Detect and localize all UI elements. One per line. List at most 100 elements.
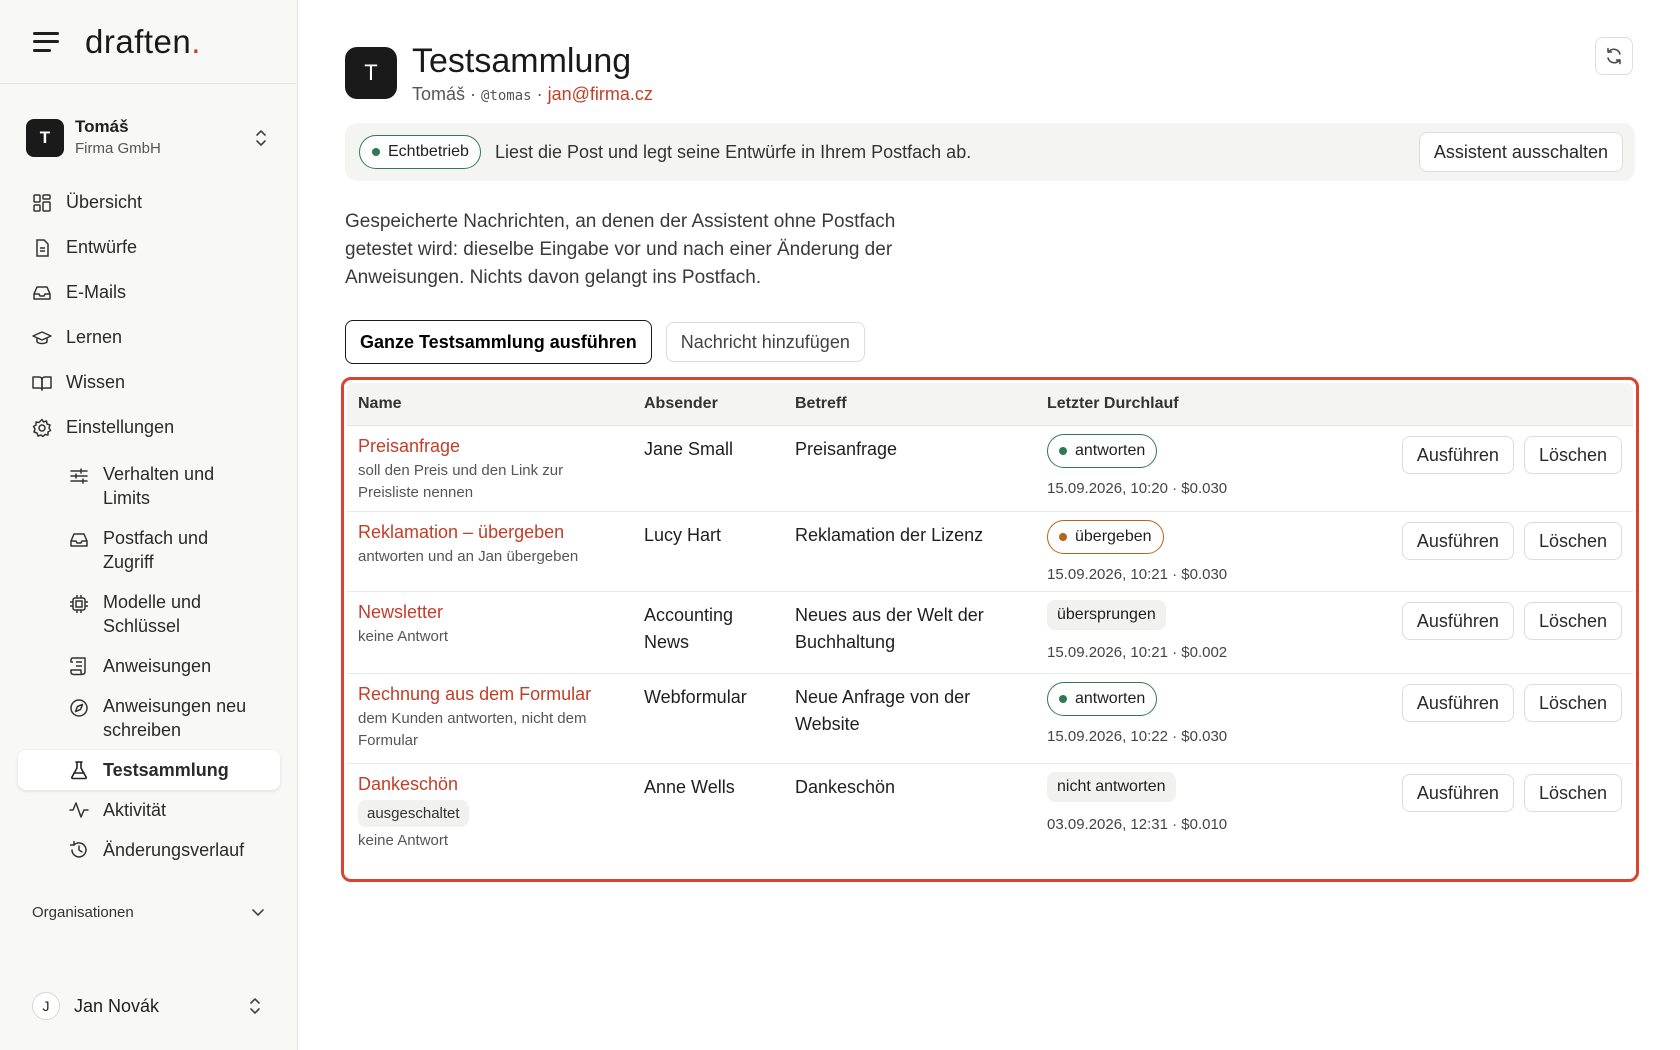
run-meta: 15.09.2026, 10:21 · $0.030 <box>1047 566 1228 583</box>
assistant-handle: @tomas <box>481 88 532 104</box>
add-message-button[interactable]: Nachricht hinzufügen <box>665 322 865 362</box>
account-name: Tomáš <box>75 117 129 137</box>
disable-assistant-button[interactable]: Assistent ausschalten <box>1418 132 1623 172</box>
document-icon <box>32 238 52 258</box>
run-meta: 15.09.2026, 10:22 · $0.030 <box>1047 728 1228 745</box>
nav-sub-label: Testsammlung <box>103 760 229 780</box>
chip-icon <box>69 594 89 614</box>
nav-item-emails[interactable]: E-Mails <box>18 270 280 315</box>
gear-icon <box>32 418 52 438</box>
test-name-link[interactable]: Rechnung aus dem Formular <box>358 684 628 705</box>
status-badge: antworten <box>1047 434 1158 468</box>
test-name-link[interactable]: Dankeschön <box>358 774 628 795</box>
nav-item-drafts[interactable]: Entwürfe <box>18 225 280 270</box>
status-badge: übergeben <box>1047 520 1164 554</box>
run-test-button[interactable]: Ausführen <box>1401 774 1514 812</box>
delete-test-button[interactable]: Löschen <box>1523 602 1622 640</box>
sender-cell: Anne Wells <box>644 777 735 797</box>
chevron-updown-icon <box>250 998 260 1014</box>
status-dot-icon <box>372 148 380 156</box>
run-test-button[interactable]: Ausführen <box>1401 684 1514 722</box>
nav-item-label: Entwürfe <box>66 237 138 257</box>
live-status-badge: Echtbetrieb <box>359 135 481 169</box>
sliders-icon <box>69 466 89 486</box>
nav-sub-label: Anweisungen neu schreiben <box>103 696 247 740</box>
nav-item-overview[interactable]: Übersicht <box>18 180 280 225</box>
grid-icon <box>32 193 52 213</box>
account-switcher[interactable]: T Tomáš Firma GmbH <box>26 114 274 162</box>
delete-test-button[interactable]: Löschen <box>1523 436 1622 474</box>
nav-item-label: Wissen <box>66 372 126 392</box>
inbox-icon <box>32 283 52 303</box>
account-org: Firma GmbH <box>75 140 161 158</box>
run-all-tests-button[interactable]: Ganze Testsammlung ausführen <box>345 320 652 364</box>
main-nav: Übersicht Entwürfe E-Mails Lernen Wissen… <box>18 180 280 870</box>
run-test-button[interactable]: Ausführen <box>1401 602 1514 640</box>
test-name-link[interactable]: Preisanfrage <box>358 436 628 457</box>
run-test-button[interactable]: Ausführen <box>1401 522 1514 560</box>
assistant-name: Tomáš <box>412 84 466 104</box>
delete-test-button[interactable]: Löschen <box>1523 684 1622 722</box>
user-menu[interactable]: J Jan Novák <box>32 992 264 1020</box>
nav-sub-label: Modelle und Schlüssel <box>103 592 202 636</box>
refresh-button[interactable] <box>1595 37 1633 75</box>
delete-test-button[interactable]: Löschen <box>1523 522 1622 560</box>
assistant-email-link[interactable]: jan@firma.cz <box>548 84 653 104</box>
nav-sub-rewrite-instructions[interactable]: Anweisungen neu schreiben <box>18 686 280 750</box>
sidebar: draften. T Tomáš Firma GmbH Übersicht En… <box>0 0 298 1050</box>
status-badge: nicht antworten <box>1047 772 1176 802</box>
nav-sub-test-collection[interactable]: Testsammlung <box>18 750 280 790</box>
table-row: Newsletter keine Antwort Accounting News… <box>347 592 1633 674</box>
action-bar: Ganze Testsammlung ausführen Nachricht h… <box>345 320 865 364</box>
run-meta: 15.09.2026, 10:20 · $0.030 <box>1047 480 1228 497</box>
nav-sub-instructions[interactable]: Anweisungen <box>18 646 280 686</box>
book-open-icon <box>32 373 52 393</box>
test-name-link[interactable]: Newsletter <box>358 602 628 623</box>
nav-sub-label: Änderungsverlauf <box>103 840 245 860</box>
column-header-subject: Betreff <box>795 395 847 412</box>
test-name-link[interactable]: Reklamation – übergeben <box>358 522 628 543</box>
banner-text: Liest die Post und legt seine Entwürfe i… <box>494 141 972 162</box>
menu-icon[interactable] <box>33 31 59 52</box>
test-note: dem Kunden antworten, nicht dem Formular <box>358 710 587 749</box>
compass-icon <box>69 698 89 718</box>
nav-sub-change-history[interactable]: Änderungsverlauf <box>18 830 280 870</box>
nav-sub-activity[interactable]: Aktivität <box>18 790 280 830</box>
status-dot-icon <box>1059 533 1067 541</box>
column-header-last-run: Letzter Durchlauf <box>1047 395 1179 412</box>
nav-item-settings[interactable]: Einstellungen <box>18 405 280 450</box>
nav-sub-mailbox-access[interactable]: Postfach und Zugriff <box>18 518 280 582</box>
nav-sub-label: Postfach und Zugriff <box>103 528 209 572</box>
nav-sub-models-keys[interactable]: Modelle und Schlüssel <box>18 582 280 646</box>
history-icon <box>69 840 89 860</box>
page-header: T Testsammlung Tomáš · @tomas · jan@firm… <box>345 40 653 105</box>
column-header-sender: Absender <box>644 395 718 412</box>
organizations-toggle[interactable]: Organisationen <box>32 904 264 921</box>
nav-item-knowledge[interactable]: Wissen <box>18 360 280 405</box>
logo[interactable]: draften. <box>85 23 201 61</box>
test-note: antworten und an Jan übergeben <box>358 548 579 565</box>
test-table: Name Absender Betreff Letzter Durchlauf … <box>347 383 1633 876</box>
nav-item-label: Übersicht <box>66 192 143 212</box>
delete-test-button[interactable]: Löschen <box>1523 774 1622 812</box>
nav-sub-behavior-limits[interactable]: Verhalten und Limits <box>18 454 280 518</box>
refresh-icon <box>1607 47 1621 65</box>
status-badge: antworten <box>1047 682 1158 716</box>
table-header: Name Absender Betreff Letzter Durchlauf <box>347 383 1633 426</box>
inbox-icon <box>69 530 89 550</box>
assistant-avatar: T <box>345 46 397 99</box>
status-dot-icon <box>1059 447 1067 455</box>
status-badge: übersprungen <box>1047 600 1166 630</box>
run-test-button[interactable]: Ausführen <box>1401 436 1514 474</box>
nav-item-learn[interactable]: Lernen <box>18 315 280 360</box>
status-dot-icon <box>1059 695 1067 703</box>
table-row: Preisanfrage soll den Preis und den Link… <box>347 426 1633 512</box>
page-title: Testsammlung <box>412 42 632 80</box>
table-row: Rechnung aus dem Formular dem Kunden ant… <box>347 674 1633 764</box>
test-note: keine Antwort <box>358 832 449 849</box>
organizations-label: Organisationen <box>32 904 134 921</box>
account-avatar: T <box>26 119 64 157</box>
brand-bar: draften. <box>0 0 297 84</box>
sender-cell: Webformular <box>644 687 747 707</box>
subject-cell: Neues aus der Welt der Buchhaltung <box>795 605 984 652</box>
